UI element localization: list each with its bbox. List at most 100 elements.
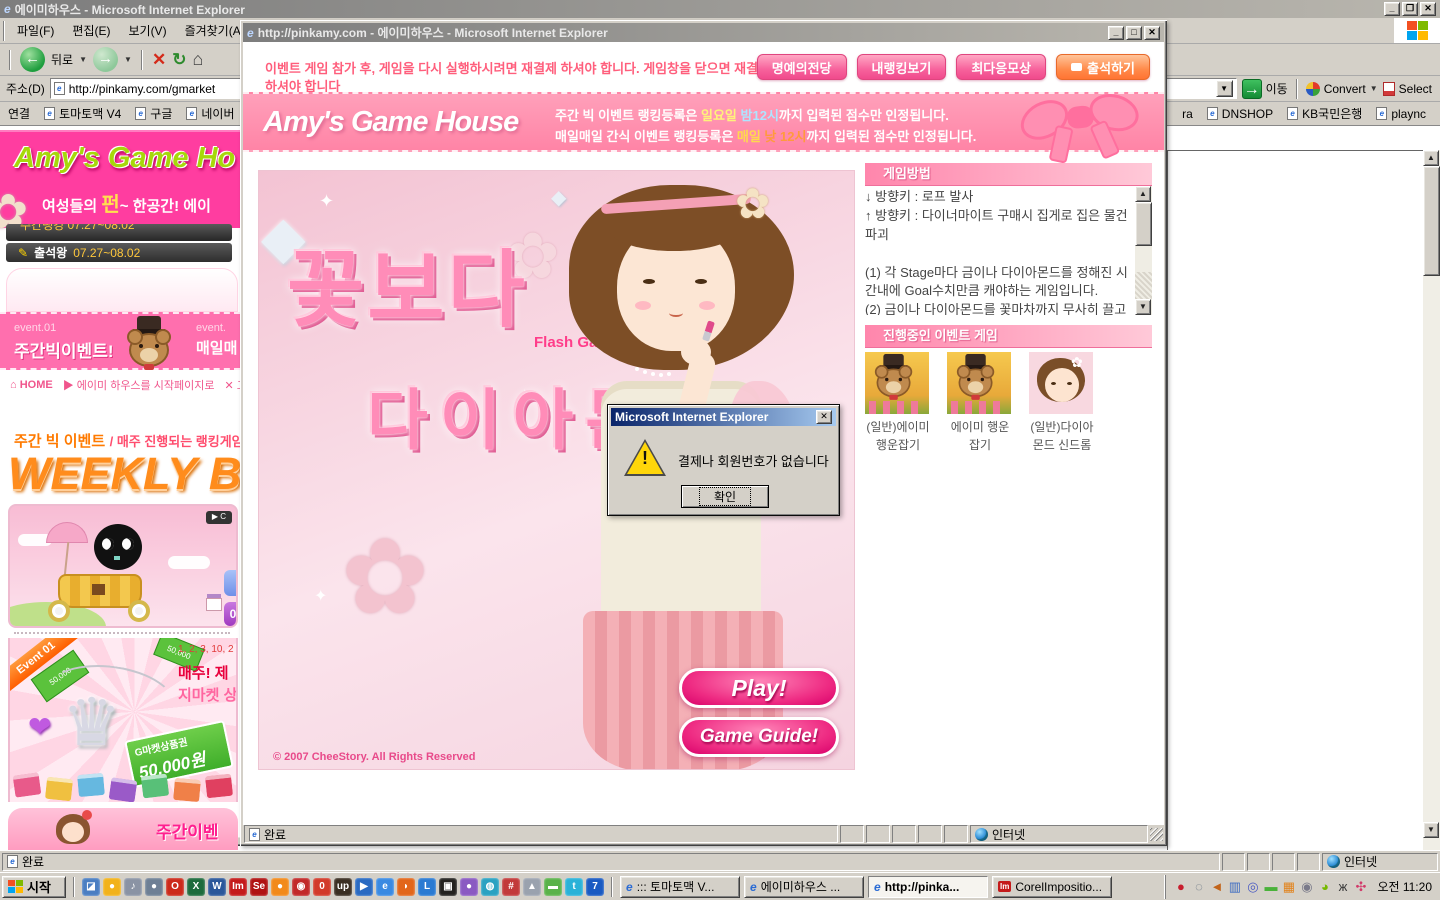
event-game-thumb-3[interactable]: ✿ (1029, 352, 1093, 414)
alert-titlebar[interactable]: Microsoft Internet Explorer ✕ (611, 408, 836, 426)
tray-icon[interactable]: ▦ (1280, 878, 1297, 895)
nav-home[interactable]: ⌂ HOME (10, 379, 53, 391)
address-dropdown-icon[interactable]: ▼ (1216, 80, 1233, 97)
event-game-thumb-1[interactable] (865, 352, 929, 414)
resize-grip[interactable] (1150, 828, 1163, 841)
game-guide-button[interactable]: Game Guide! (679, 717, 839, 757)
link-tomatomac[interactable]: e토마토맥 V4 (44, 105, 121, 122)
quicklaunch-icon[interactable]: ◉ (292, 878, 310, 896)
scroll-down-icon[interactable]: ▼ (1423, 822, 1439, 838)
select-button[interactable]: Select (1383, 82, 1432, 96)
side-button-purple[interactable]: 0 (224, 602, 238, 626)
quicklaunch-icon[interactable]: ▲ (523, 878, 541, 896)
quicklaunch-icon[interactable]: ▬ (544, 878, 562, 896)
quicklaunch-icon[interactable]: ● (271, 878, 289, 896)
close-button[interactable]: ✕ (1144, 26, 1160, 40)
back-button[interactable]: ← (20, 47, 45, 72)
start-button[interactable]: 시작 (2, 876, 66, 898)
back-dropdown-icon[interactable]: ▼ (79, 55, 87, 64)
quicklaunch-icon[interactable]: ◪ (82, 878, 100, 896)
thumb-caption-3[interactable]: (일반)다이아몬드 신드롬 (1019, 418, 1105, 454)
tray-icon[interactable]: ▥ (1226, 878, 1243, 895)
ranking-row-partial[interactable]: 주간랭킹 07.27~08.02 (6, 224, 232, 241)
close-icon[interactable]: ✕ (816, 410, 832, 424)
attendance-button[interactable]: 출석하기 (1056, 54, 1150, 80)
menu-view[interactable]: 보기(V) (119, 20, 175, 41)
taskbar-clock[interactable]: 오전 11:20 (1371, 878, 1432, 895)
stop-button[interactable]: ✕ (152, 50, 166, 70)
convert-button[interactable]: Convert ▼ (1306, 82, 1378, 96)
main-titlebar[interactable]: e 에이미하우스 - Microsoft Internet Explorer _… (0, 0, 1440, 18)
scroll-thumb[interactable] (1135, 202, 1152, 246)
tray-icon[interactable]: ◕ (1316, 878, 1333, 895)
menu-file[interactable]: 파일(F) (8, 20, 63, 41)
quicklaunch-icon[interactable]: ♪ (124, 878, 142, 896)
hall-of-fame-button[interactable]: 명예의전당 (757, 54, 847, 80)
quicklaunch-icon[interactable]: e (376, 878, 394, 896)
quicklaunch-icon[interactable]: L (418, 878, 436, 896)
quicklaunch-icon[interactable]: up (334, 878, 352, 896)
forward-button[interactable]: → (93, 47, 118, 72)
ranking-row-attendance[interactable]: ✎ 출석왕 07.27~08.02 (6, 243, 232, 262)
ok-button[interactable]: 확인 (681, 485, 769, 508)
maximize-button[interactable]: □ (1126, 26, 1142, 40)
quicklaunch-icon[interactable]: W (208, 878, 226, 896)
nav-startpage[interactable]: ▶ 에이미 하우스를 시작페이지로 (63, 377, 215, 393)
tray-icon[interactable]: ж (1334, 878, 1351, 895)
quicklaunch-icon[interactable]: ● (103, 878, 121, 896)
tray-icon[interactable]: ✣ (1352, 878, 1369, 895)
forward-dropdown-icon[interactable]: ▼ (124, 55, 132, 64)
link-naver[interactable]: e네이버 (186, 105, 234, 122)
quicklaunch-icon[interactable]: # (502, 878, 520, 896)
event-game-thumb-2[interactable] (947, 352, 1011, 414)
quicklaunch-icon[interactable]: Im (229, 878, 247, 896)
link-google[interactable]: e구글 (135, 105, 172, 122)
minimize-button[interactable]: _ (1384, 2, 1400, 16)
quicklaunch-icon[interactable]: O (166, 878, 184, 896)
tray-icon[interactable]: ● (1172, 878, 1189, 895)
tray-icon[interactable]: ◎ (1244, 878, 1261, 895)
quicklaunch-icon[interactable]: Se (250, 878, 268, 896)
menu-edit[interactable]: 편집(E) (63, 20, 119, 41)
bottom-banner[interactable]: 주간이벤 (8, 808, 238, 850)
taskbar-window-tomatomac[interactable]: e::: 토마토맥 V... (620, 876, 740, 898)
close-button[interactable]: ✕ (1420, 2, 1436, 16)
popup-titlebar[interactable]: e http://pinkamy.com - 에이미하우스 - Microsof… (243, 23, 1164, 42)
event-banner[interactable]: event.01 주간빅이벤트! event. 매일매 (0, 312, 240, 370)
quicklaunch-icon[interactable]: t (565, 878, 583, 896)
link-partial[interactable]: ra (1182, 107, 1193, 121)
quicklaunch-icon[interactable]: 0 (313, 878, 331, 896)
scroll-down-icon[interactable]: ▼ (1135, 299, 1151, 315)
my-ranking-button[interactable]: 내랭킹보기 (857, 54, 947, 80)
scroll-thumb[interactable] (1423, 166, 1440, 276)
side-button-blue[interactable] (224, 570, 238, 596)
quicklaunch-icon[interactable]: ▶ (355, 878, 373, 896)
link-dnshop[interactable]: eDNSHOP (1207, 107, 1273, 121)
tray-icon[interactable]: ◄ (1208, 878, 1225, 895)
taskbar-window-corel[interactable]: ImCorelImpositio... (992, 876, 1112, 898)
site-header[interactable]: Amy's Game Ho 여성들의 펀~ 한공간! 에이 ✿ (0, 130, 240, 228)
nav-customer[interactable]: ✕ 고객 (224, 377, 240, 393)
go-button[interactable]: → 이동 (1242, 79, 1288, 99)
link-plaync[interactable]: eplaync (1376, 107, 1426, 121)
refresh-button[interactable]: ↻ (172, 50, 186, 70)
thumb-caption-2[interactable]: 에이미 행운잡기 (937, 418, 1023, 454)
weekly-game-card[interactable]: ▶ C 0 (8, 504, 238, 628)
restore-button[interactable]: ❐ (1402, 2, 1418, 16)
main-scrollbar[interactable]: ▲ ▼ (1423, 150, 1440, 850)
taskbar-window-amyhouse[interactable]: e에이미하우스 ... (744, 876, 864, 898)
minimize-button[interactable]: _ (1108, 26, 1124, 40)
quicklaunch-icon[interactable]: ● (145, 878, 163, 896)
most-entries-button[interactable]: 최다응모상 (956, 54, 1046, 80)
tray-icon[interactable]: ◌ (1190, 878, 1207, 895)
thumb-caption-1[interactable]: (일반)에이미행운잡기 (855, 418, 941, 454)
quicklaunch-icon[interactable]: X (187, 878, 205, 896)
home-button[interactable]: ⌂ (192, 49, 203, 70)
quicklaunch-icon[interactable]: 7 (586, 878, 604, 896)
quicklaunch-icon[interactable]: ● (460, 878, 478, 896)
tray-icon[interactable]: ▬ (1262, 878, 1279, 895)
prize-card[interactable]: Event 01 50,000 50,000 ♛ ❤ G마켓상품권 50,000… (8, 638, 238, 802)
tray-icon[interactable]: ◉ (1298, 878, 1315, 895)
quicklaunch-icon[interactable]: ◍ (481, 878, 499, 896)
back-label[interactable]: 뒤로 (51, 51, 73, 68)
